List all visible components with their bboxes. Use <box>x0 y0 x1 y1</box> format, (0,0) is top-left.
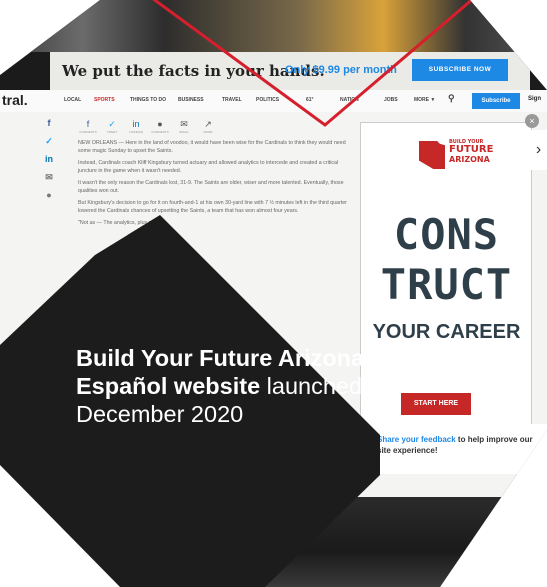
ad-start-here-button[interactable]: START HERE <box>401 393 471 415</box>
nav-item-jobs[interactable]: JOBS <box>384 97 398 103</box>
linkedin-icon[interactable]: in <box>40 152 58 166</box>
feedback-text: Share your feedback to help improve our … <box>377 434 547 456</box>
article-paragraph: But Kingsbury's decision to go for it on… <box>78 200 347 214</box>
nav-subscribe-button[interactable]: Subscribe <box>472 93 520 109</box>
nav-item-politics[interactable]: POLITICS <box>256 97 279 103</box>
site-navbar: tral. LOCAL SPORTS THINGS TO DO BUSINESS… <box>0 90 547 113</box>
social-rail: f ✓ in ✉ ● <box>40 116 60 226</box>
comment-icon[interactable]: ● <box>40 188 58 202</box>
nav-item-local[interactable]: LOCAL <box>64 97 81 103</box>
facebook-icon[interactable]: f <box>40 116 58 130</box>
share-label: TWEET <box>106 130 118 134</box>
feedback-link[interactable]: Share your feedback <box>377 435 456 444</box>
ad-logo-line: ARIZONA <box>449 155 490 164</box>
article-paragraph: NEW ORLEANS — Here in the land of voodoo… <box>78 140 346 154</box>
ad-headline-line3: YOUR CAREER <box>372 321 521 343</box>
ad-logo-line: FUTURE <box>449 144 494 155</box>
ad-logo: BUILD YOUR FUTURE ARIZONA <box>449 139 529 164</box>
nav-item-things-to-do[interactable]: THINGS TO DO <box>130 97 166 103</box>
article-paragraph: Instead, Cardinals coach Kliff Kingsbury… <box>78 160 339 174</box>
twitter-icon[interactable]: ✓ <box>40 134 58 148</box>
nav-item-weather[interactable]: 61° <box>306 97 314 103</box>
share-label: MORE <box>203 130 213 134</box>
share-label: LINKEDIN <box>129 130 143 134</box>
nav-item-travel[interactable]: TRAVEL <box>222 97 242 103</box>
ad-close-icon[interactable]: × <box>525 114 539 128</box>
subscription-banner: We put the facts in your hands. Only $9.… <box>50 52 530 90</box>
nav-item-business[interactable]: BUSINESS <box>178 97 204 103</box>
ad-headline-line2: TRUCT <box>380 260 513 309</box>
nav-item-nation[interactable]: NATION <box>340 97 359 103</box>
article-paragraph: "Not as — The analytics, plus my... <box>78 220 160 226</box>
nav-item-more[interactable]: MORE ▼ <box>414 97 435 103</box>
subscribe-now-button[interactable]: SUBSCRIBE NOW <box>412 59 508 81</box>
search-icon[interactable]: ⚲ <box>448 93 455 104</box>
share-label: EMAIL <box>179 130 189 134</box>
blurred-header-image <box>0 0 547 52</box>
share-label: COMMENTS <box>79 130 97 134</box>
email-icon[interactable]: ✉ <box>40 170 58 184</box>
article-paragraph: It wasn't the only reason the Cardinals … <box>78 180 344 194</box>
site-logo[interactable]: tral. <box>2 92 28 108</box>
nav-item-sports[interactable]: SPORTS <box>94 97 115 103</box>
advertisement[interactable]: BUILD YOUR FUTURE ARIZONA CONS TRUCT YOU… <box>360 122 532 434</box>
stage: We put the facts in your hands. Only $9.… <box>0 0 547 587</box>
arizona-state-icon <box>419 141 445 169</box>
nav-signin-link[interactable]: Sign <box>528 96 541 102</box>
chevron-right-icon[interactable]: › <box>530 130 547 170</box>
ad-headline-line1: CONS <box>393 210 500 259</box>
feedback-prompt: Share your feedback to help improve our … <box>355 424 547 474</box>
share-label: COMMENTS <box>151 130 169 134</box>
banner-price: Only $9.99 per month <box>285 64 397 76</box>
share-row: f COMMENTS ✓ TWEET in LINKEDIN ● COMMENT… <box>79 116 240 136</box>
article-body: NEW ORLEANS — Here in the land of voodoo… <box>78 140 358 233</box>
caption-text: Build Your Future Arizona Español websit… <box>76 344 366 428</box>
